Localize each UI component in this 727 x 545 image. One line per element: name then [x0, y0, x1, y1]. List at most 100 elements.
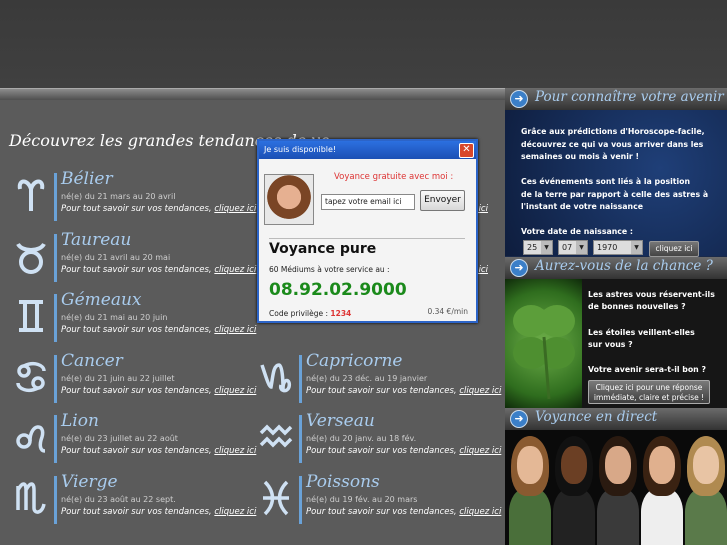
sign-link[interactable]: cliquez ici: [214, 507, 256, 517]
sign-cta: Pour tout savoir sur vos tendances, cliq…: [61, 204, 256, 214]
psychics-strip: [505, 430, 727, 545]
sign-cta: Pour tout savoir sur vos tendances, cliq…: [61, 446, 256, 456]
psychic-avatar: [264, 174, 314, 225]
sign-name: Poissons: [306, 472, 380, 492]
cta-text: Pour tout savoir sur vos tendances,: [61, 265, 215, 275]
luck-promo: Les astres vous réservent-ils de bonnes n…: [505, 279, 727, 408]
sign-dates: né(e) du 23 déc. au 19 janvier: [306, 374, 428, 383]
close-icon[interactable]: ✕: [459, 143, 474, 158]
sign-lion: Lion né(e) du 23 juillet au 22 août Pour…: [14, 411, 256, 465]
sign-name: Capricorne: [306, 351, 403, 371]
cta-text: Pour tout savoir sur vos tendances,: [61, 446, 215, 456]
popup-subtitle: 60 Médiums à votre service au :: [269, 265, 390, 274]
top-banner: [0, 0, 727, 88]
email-field[interactable]: tapez votre email ici: [321, 194, 415, 210]
sign-gemeaux: Gémeaux né(e) du 21 mai au 20 juin Pour …: [14, 290, 256, 344]
popup-heading: Voyance pure: [269, 241, 377, 257]
cta-text: Pour tout savoir sur vos tendances,: [61, 204, 215, 214]
sign-divider: [54, 415, 57, 463]
sign-divider: [54, 173, 57, 221]
sign-divider: [54, 294, 57, 342]
gemini-icon: [19, 300, 43, 332]
text-line: sur vous ?: [588, 340, 633, 349]
text-line: semaines ou mois à venir !: [521, 152, 639, 161]
select-value: 1970: [597, 243, 618, 252]
leo-icon: [16, 425, 46, 453]
sign-dates: né(e) du 23 juillet au 22 août: [61, 434, 178, 443]
virgo-icon: [16, 482, 46, 514]
sign-link[interactable]: cliquez ici: [214, 325, 256, 335]
sign-cta: Pour tout savoir sur vos tendances, cliq…: [61, 265, 256, 275]
arrow-right-icon: ➜: [510, 259, 528, 277]
month-select[interactable]: 07 ▼: [558, 240, 588, 255]
cta-text: Pour tout savoir sur vos tendances,: [306, 507, 460, 517]
sign-cta: Pour tout savoir sur vos tendances, cliq…: [306, 507, 501, 517]
day-select[interactable]: 25 ▼: [523, 240, 553, 255]
send-button[interactable]: Envoyer: [420, 190, 465, 211]
sign-cta: Pour tout savoir sur vos tendances, cliq…: [61, 386, 256, 396]
sign-cta: Pour tout savoir sur vos tendances, cliq…: [61, 325, 256, 335]
text-line: de la terre par rapport à celle des astr…: [521, 189, 709, 199]
cta-text: Pour tout savoir sur vos tendances,: [306, 446, 460, 456]
section-header: ➜ Aurez-vous de la chance ?: [505, 257, 727, 279]
section-header: ➜ Pour connaître votre avenir !: [505, 88, 727, 110]
sign-dates: né(e) du 20 janv. au 18 fév.: [306, 434, 417, 443]
arrow-right-icon: ➜: [510, 90, 528, 108]
sign-link[interactable]: cliquez ici: [459, 507, 501, 517]
sign-verseau: Verseau né(e) du 20 janv. au 18 fév. Pou…: [259, 411, 501, 465]
sign-link[interactable]: cliquez ici: [459, 446, 501, 456]
text-line: Ces événements sont liés à la position: [521, 177, 691, 186]
sign-dates: né(e) du 23 août au 22 sept.: [61, 495, 176, 504]
psychic-photo[interactable]: [595, 430, 639, 545]
section-title: Aurez-vous de la chance ?: [535, 258, 713, 274]
horoscope-promo: Grâce aux prédictions d'Horoscope-facile…: [505, 110, 727, 256]
sign-capricorne: Capricorne né(e) du 23 déc. au 19 janvie…: [259, 351, 501, 405]
phone-number[interactable]: 08.92.02.9000: [269, 280, 407, 300]
select-value: 25: [527, 243, 538, 252]
chevron-down-icon: ▼: [541, 241, 552, 254]
luck-question: Les astres vous réservent-ils de bonnes n…: [588, 289, 715, 313]
psychic-photo[interactable]: [507, 430, 551, 545]
cta-text: Pour tout savoir sur vos tendances,: [61, 386, 215, 396]
code-value: 1234: [330, 309, 352, 318]
sign-cta: Pour tout savoir sur vos tendances, cliq…: [306, 386, 501, 396]
sign-dates: né(e) du 21 mars au 20 avril: [61, 192, 176, 201]
sign-name: Cancer: [61, 351, 123, 371]
sign-name: Bélier: [61, 169, 113, 189]
birth-date-label: Votre date de naissance :: [521, 227, 634, 236]
sign-link[interactable]: cliquez ici: [214, 446, 256, 456]
year-select[interactable]: 1970 ▼: [593, 240, 643, 255]
sign-link[interactable]: cliquez ici: [459, 386, 501, 396]
instant-answer-button[interactable]: Cliquez ici pour une réponse immédiate, c…: [588, 380, 710, 404]
taurus-icon: [16, 242, 46, 274]
submit-birthdate-button[interactable]: cliquez ici: [649, 241, 699, 257]
luck-question: Votre avenir sera-t-il bon ?: [588, 365, 706, 374]
privilege-code: Code privilège : 1234: [269, 309, 351, 318]
sign-link[interactable]: cliquez ici: [214, 204, 256, 214]
sign-name: Taureau: [61, 230, 132, 250]
aquarius-icon: [259, 424, 293, 448]
sign-divider: [54, 476, 57, 524]
text-line: Grâce aux prédictions d'Horoscope-facile…: [521, 127, 705, 136]
psychic-photo[interactable]: [639, 430, 683, 545]
psychic-photo[interactable]: [551, 430, 595, 545]
sign-dates: né(e) du 21 mai au 20 juin: [61, 313, 168, 322]
sign-divider: [54, 234, 57, 282]
text-line: Les étoiles veillent-elles: [588, 328, 695, 337]
sign-dates: né(e) du 21 avril au 20 mai: [61, 253, 171, 262]
sign-divider: [54, 355, 57, 403]
chevron-down-icon: ▼: [576, 241, 587, 254]
cta-text: Pour tout savoir sur vos tendances,: [61, 325, 215, 335]
sign-link[interactable]: cliquez ici: [214, 386, 256, 396]
text-line: Les astres vous réservent-ils: [588, 290, 715, 299]
select-value: 07: [562, 243, 573, 252]
psychic-photo[interactable]: [683, 430, 727, 545]
capricorn-icon: [260, 363, 292, 393]
sign-link[interactable]: cliquez ici: [214, 265, 256, 275]
sign-dates: né(e) du 21 juin au 22 juillet: [61, 374, 175, 383]
price-per-minute: 0.34 €/min: [427, 307, 468, 316]
sign-taureau: Taureau né(e) du 21 avril au 20 mai Pour…: [14, 230, 256, 284]
sign-cancer: Cancer né(e) du 21 juin au 22 juillet Po…: [14, 351, 256, 405]
popup-lead: Voyance gratuite avec moi :: [334, 172, 454, 182]
divider: [269, 238, 465, 239]
